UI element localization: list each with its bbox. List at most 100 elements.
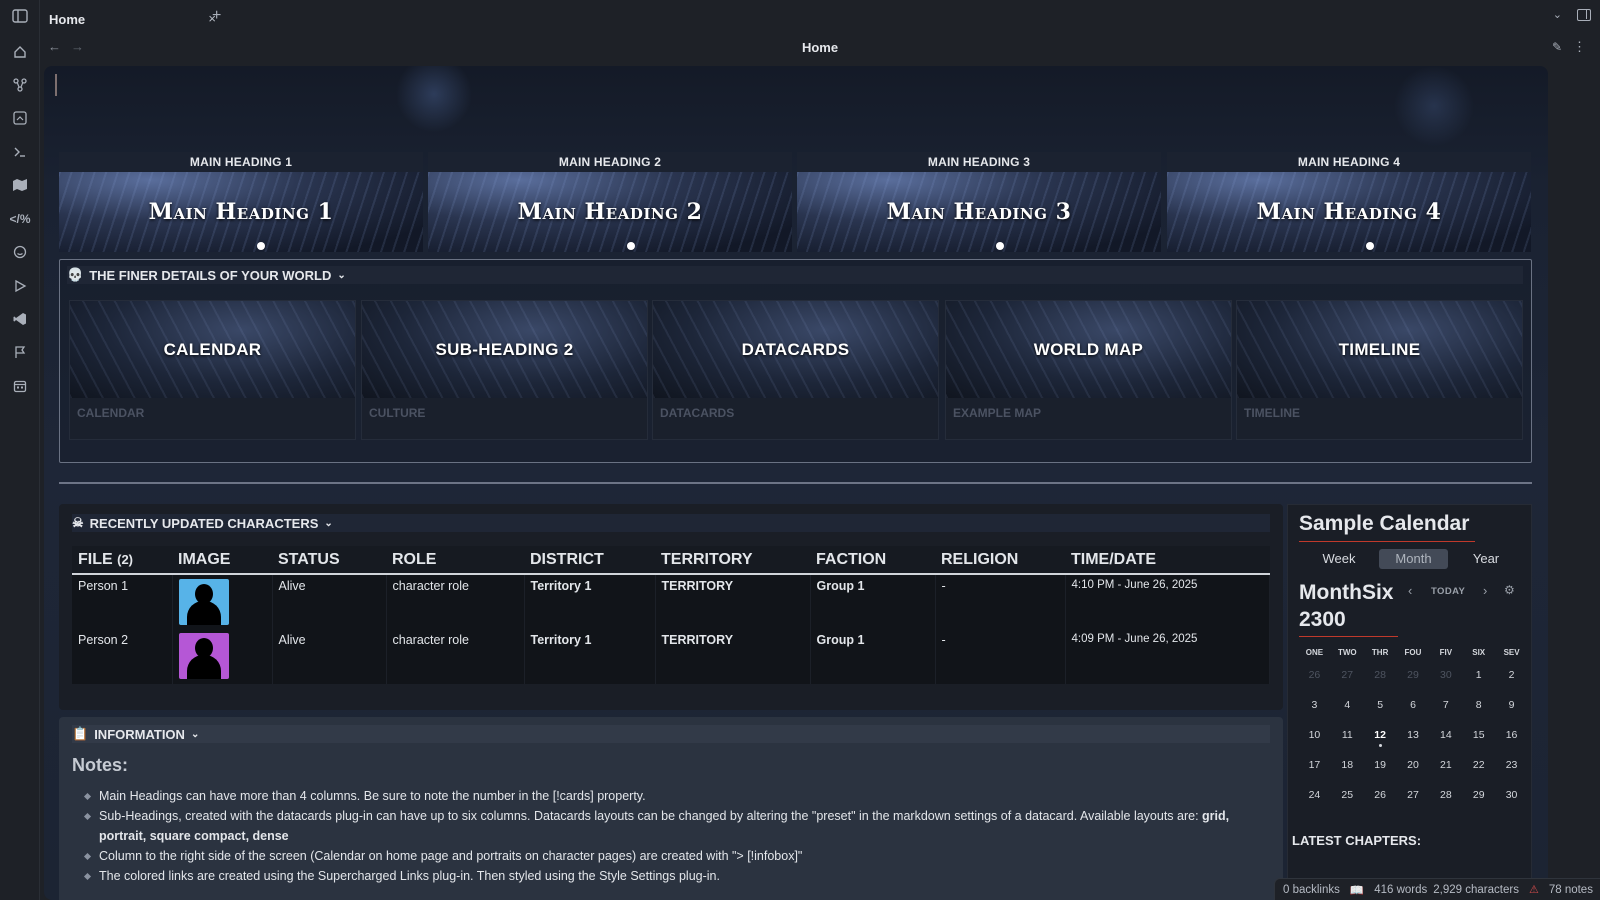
calendar-day[interactable]: 10 xyxy=(1298,727,1331,757)
main-heading-card-4[interactable]: MAIN HEADING 4 Main Heading 4 xyxy=(1167,152,1531,252)
cell-file[interactable]: Person 1 xyxy=(72,574,173,629)
calendar-day[interactable]: 12 xyxy=(1364,727,1397,757)
calendar-day[interactable]: 6 xyxy=(1397,697,1430,727)
more-options-icon[interactable]: ⋮ xyxy=(1573,39,1586,55)
column-header-time-date[interactable]: TIME/DATE xyxy=(1065,546,1270,575)
code-icon[interactable]: </% xyxy=(8,207,32,231)
backlinks-count[interactable]: 0 backlinks xyxy=(1283,884,1340,896)
calendar-day[interactable]: 9 xyxy=(1495,697,1528,727)
calendar-day[interactable]: 19 xyxy=(1364,757,1397,787)
next-month-icon[interactable]: › xyxy=(1483,583,1487,598)
column-header-territory[interactable]: TERRITORY xyxy=(655,546,810,575)
cell-territory-link[interactable]: TERRITORY xyxy=(655,574,811,629)
callout-header[interactable]: 📋 INFORMATION ⌄ xyxy=(72,725,1270,743)
calendar-day[interactable]: 20 xyxy=(1397,757,1430,787)
column-header-file[interactable]: FILE (2) xyxy=(72,546,172,575)
calendar-day[interactable]: 14 xyxy=(1429,727,1462,757)
calendar-day[interactable]: 17 xyxy=(1298,757,1331,787)
cell-district-link[interactable]: Territory 1 xyxy=(524,574,656,629)
calendar-day[interactable]: 28 xyxy=(1429,787,1462,817)
tab-home[interactable]: Home × xyxy=(45,4,216,34)
home-icon[interactable] xyxy=(8,40,32,64)
character-count[interactable]: 2,929 characters xyxy=(1433,884,1519,896)
sub-heading-card[interactable]: DATACARDS DATACARDS xyxy=(652,300,939,440)
cell-faction-link[interactable]: Group 1 xyxy=(810,629,936,684)
sub-heading-card[interactable]: SUB-HEADING 2 CULTURE xyxy=(361,300,648,440)
main-heading-card-1[interactable]: MAIN HEADING 1 Main Heading 1 xyxy=(59,152,423,252)
sub-heading-card[interactable]: TIMELINE TIMELINE xyxy=(1236,300,1523,440)
word-count[interactable]: 416 words xyxy=(1374,884,1427,896)
terminal-icon[interactable] xyxy=(8,140,32,164)
cell-district-link[interactable]: Territory 1 xyxy=(524,629,656,684)
vscode-icon[interactable] xyxy=(8,307,32,331)
calendar-day[interactable]: 4 xyxy=(1331,697,1364,727)
avatar[interactable] xyxy=(178,633,229,679)
calendar-day[interactable]: 11 xyxy=(1331,727,1364,757)
edit-pencil-icon[interactable]: ✎ xyxy=(1552,40,1562,54)
graph-icon[interactable] xyxy=(8,73,32,97)
column-header-religion[interactable]: RELIGION xyxy=(935,546,1065,575)
cell-faction-link[interactable]: Group 1 xyxy=(810,574,936,629)
calendar-day[interactable]: 26 xyxy=(1364,787,1397,817)
prev-month-icon[interactable]: ‹ xyxy=(1408,583,1412,598)
avatar[interactable] xyxy=(178,579,229,625)
sidebar-toggle-icon[interactable] xyxy=(8,4,32,28)
sub-heading-card[interactable]: WORLD MAP EXAMPLE MAP xyxy=(945,300,1232,440)
calendar-day[interactable]: 18 xyxy=(1331,757,1364,787)
page-title[interactable]: Home xyxy=(40,40,1600,55)
sync-error-icon[interactable]: ⚠ xyxy=(1529,883,1539,896)
column-header-image[interactable]: IMAGE xyxy=(172,546,272,575)
calendar-day[interactable]: 22 xyxy=(1462,757,1495,787)
view-year-button[interactable]: Year xyxy=(1451,549,1521,569)
main-heading-card-2[interactable]: MAIN HEADING 2 Main Heading 2 xyxy=(428,152,792,252)
calendar-day[interactable]: 27 xyxy=(1331,667,1364,697)
cell-territory-link[interactable]: TERRITORY xyxy=(655,629,811,684)
calendar-day[interactable]: 29 xyxy=(1462,787,1495,817)
calendar-day[interactable]: 1 xyxy=(1462,667,1495,697)
today-button[interactable]: TODAY xyxy=(1431,586,1465,597)
calendar-day[interactable]: 25 xyxy=(1331,787,1364,817)
calendar-day[interactable]: 21 xyxy=(1429,757,1462,787)
callout-header[interactable]: ☠ RECENTLY UPDATED CHARACTERS ⌄ xyxy=(72,514,1270,532)
new-tab-icon[interactable]: + xyxy=(212,7,221,25)
calendar-day[interactable]: 30 xyxy=(1429,667,1462,697)
calendar-day[interactable]: 3 xyxy=(1298,697,1331,727)
calendar-day[interactable]: 8 xyxy=(1462,697,1495,727)
calendar-icon[interactable] xyxy=(8,374,32,398)
smile-icon[interactable] xyxy=(8,240,32,264)
column-header-faction[interactable]: FACTION xyxy=(810,546,935,575)
calendar-day[interactable]: 30 xyxy=(1495,787,1528,817)
right-sidebar-toggle-icon[interactable] xyxy=(1577,9,1591,21)
calendar-day[interactable]: 29 xyxy=(1397,667,1430,697)
sub-heading-card[interactable]: CALENDAR CALENDAR xyxy=(69,300,356,440)
chevron-down-icon[interactable]: ⌄ xyxy=(1553,8,1562,21)
gear-icon[interactable]: ⚙ xyxy=(1504,583,1515,597)
callout-header[interactable]: 💀 THE FINER DETAILS OF YOUR WORLD ⌄ xyxy=(67,266,1523,284)
calendar-day[interactable]: 23 xyxy=(1495,757,1528,787)
calendar-day[interactable]: 13 xyxy=(1397,727,1430,757)
view-month-button[interactable]: Month xyxy=(1379,549,1448,569)
chevron-down-icon[interactable]: ⌄ xyxy=(337,270,345,281)
chevron-down-icon[interactable]: ⌄ xyxy=(324,518,332,529)
map-icon[interactable] xyxy=(8,173,32,197)
play-icon[interactable] xyxy=(8,274,32,298)
calendar-day[interactable]: 7 xyxy=(1429,697,1462,727)
calendar-day[interactable]: 15 xyxy=(1462,727,1495,757)
chevron-down-icon[interactable]: ⌄ xyxy=(191,729,199,740)
view-week-button[interactable]: Week xyxy=(1298,549,1380,569)
column-header-role[interactable]: ROLE xyxy=(386,546,524,575)
main-heading-card-3[interactable]: MAIN HEADING 3 Main Heading 3 xyxy=(797,152,1161,252)
calendar-day[interactable]: 28 xyxy=(1364,667,1397,697)
calendar-day[interactable]: 26 xyxy=(1298,667,1331,697)
calendar-day[interactable]: 16 xyxy=(1495,727,1528,757)
flag-icon[interactable] xyxy=(8,340,32,364)
column-header-district[interactable]: DISTRICT xyxy=(524,546,655,575)
column-header-status[interactable]: STATUS xyxy=(272,546,386,575)
canvas-icon[interactable] xyxy=(8,106,32,130)
calendar-day[interactable]: 2 xyxy=(1495,667,1528,697)
cell-file[interactable]: Person 2 xyxy=(72,629,173,684)
calendar-day[interactable]: 5 xyxy=(1364,697,1397,727)
calendar-day[interactable]: 24 xyxy=(1298,787,1331,817)
calendar-day[interactable]: 27 xyxy=(1397,787,1430,817)
notes-count[interactable]: 78 notes xyxy=(1549,884,1593,896)
